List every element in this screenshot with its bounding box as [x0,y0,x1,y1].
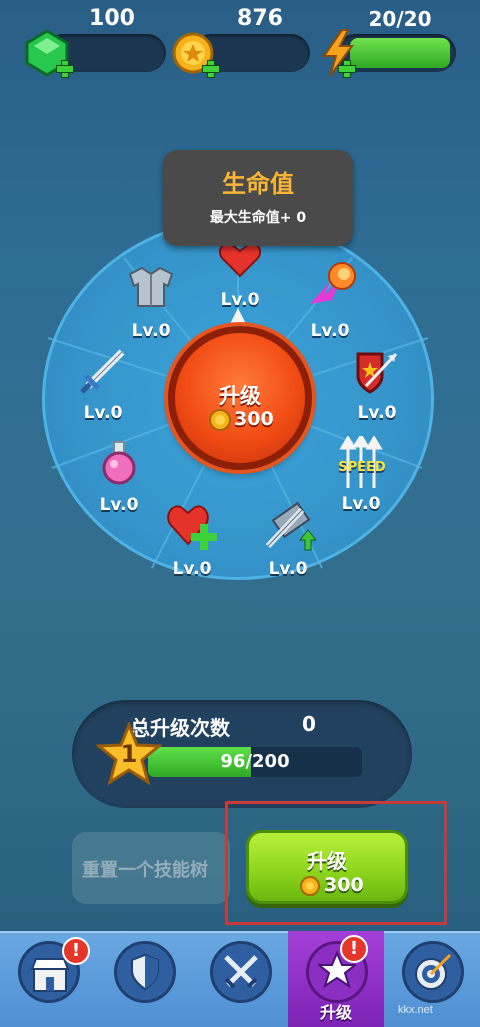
star-level-value: 1 [120,740,138,768]
skill-level-shield: Lv.0 [357,403,397,423]
energy-value: 20/20 [368,7,432,31]
tooltip-description: 最大生命值+ 0 [209,210,307,226]
tooltip-title: 生命值 [222,170,294,198]
progress-text: 96/200 [220,751,290,772]
upgrade-highlight-box [225,801,447,925]
skill-level-sword-upgrade: Lv.0 [268,559,308,579]
fireball-icon[interactable] [306,260,360,308]
crossed-swords-icon [224,955,258,989]
skill-level-sword: Lv.0 [83,403,123,423]
nav-shop[interactable]: ! [0,931,96,1027]
nav-battle[interactable] [192,931,288,1027]
shield-icon [131,953,159,991]
shield-arrow-icon[interactable] [352,348,402,398]
skill-level-heart: Lv.0 [220,290,260,310]
heal-icon[interactable] [166,502,218,550]
total-upgrades-count: 0 [302,712,316,736]
nav-upgrade[interactable]: 升级 ! [288,931,384,1027]
sword-upgrade-icon[interactable] [262,500,316,552]
energy-bar [350,38,450,68]
reset-skill-tree-label: 重置一个技能树 [82,860,208,881]
speed-label: SPEED [338,460,386,475]
heart-icon[interactable] [218,242,262,278]
sword-icon[interactable] [80,346,128,394]
nav-shop-badge: ! [62,937,90,965]
watermark: kkx.net [398,1004,433,1016]
gems-value: 100 [89,6,135,31]
coins-plus-icon[interactable] [202,60,220,78]
skill-level-speed: Lv.0 [341,494,381,514]
nav-defense[interactable] [96,931,192,1027]
skill-level-fireball: Lv.0 [310,321,350,341]
target-icon [415,953,452,990]
center-coin-icon [209,409,231,431]
nav-upgrade-badge: ! [340,935,368,963]
center-upgrade-cost: 300 [234,408,274,430]
gems-plus-icon[interactable] [56,60,74,78]
nav-upgrade-label: 升级 [319,1003,352,1022]
reset-skill-tree-button[interactable]: 重置一个技能树 [72,832,230,904]
shop-icon [30,958,70,992]
energy-plus-icon[interactable] [338,60,356,78]
center-upgrade-label: 升级 [219,384,261,408]
armor-icon[interactable] [126,264,176,310]
skill-level-armor: Lv.0 [131,321,171,341]
coins-value: 876 [237,6,283,31]
skill-level-heal: Lv.0 [172,559,212,579]
potion-icon[interactable] [98,440,142,486]
skill-level-potion: Lv.0 [99,495,139,515]
